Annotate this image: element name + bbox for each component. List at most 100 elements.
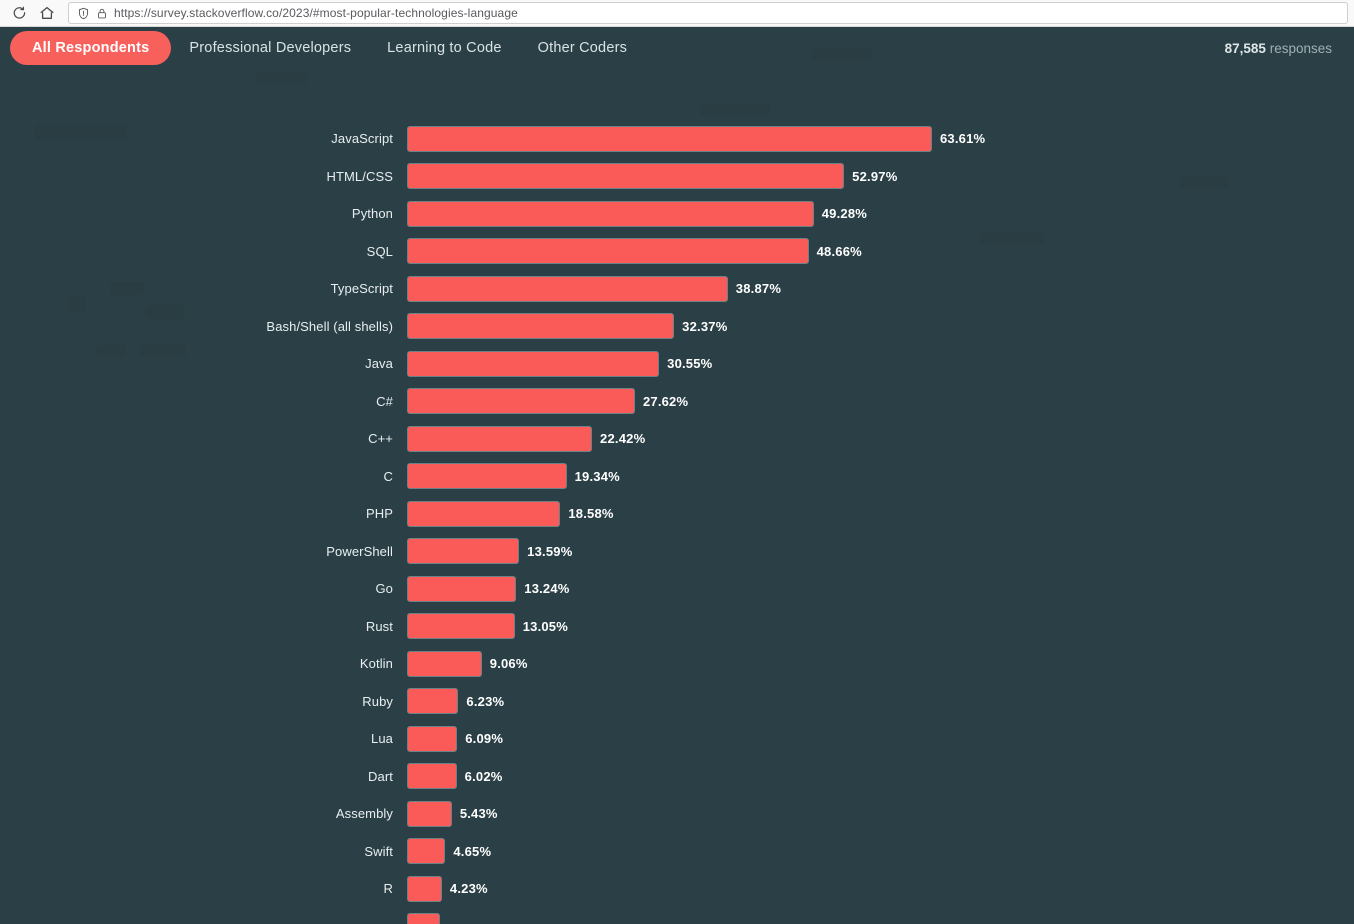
bar-track: 13.59% <box>407 538 1354 565</box>
bar-label: Assembly <box>335 806 393 822</box>
bar-label: Bash/Shell (all shells) <box>266 318 393 334</box>
bar[interactable] <box>407 163 845 190</box>
bar-value: 38.87% <box>735 281 782 297</box>
bar[interactable] <box>407 425 593 452</box>
bar-value: 13.05% <box>522 618 568 634</box>
bar-row: Bash/Shell (all shells) 32.37% <box>0 308 1354 346</box>
bar-row: SQL 48.66% <box>0 233 1354 271</box>
browser-chrome: https://survey.stackoverflow.co/2023/#mo… <box>0 0 1354 27</box>
bar[interactable] <box>407 350 660 377</box>
bar-value: 48.66% <box>816 243 862 259</box>
bar[interactable] <box>407 650 482 677</box>
bar[interactable] <box>407 725 458 752</box>
bar-value: 4.23% <box>449 881 488 897</box>
responses-label: responses <box>1269 40 1332 56</box>
bar-label: Dart <box>368 768 393 784</box>
bar-track: 6.02% <box>407 763 1354 790</box>
bar-label: Ruby <box>362 693 393 709</box>
bar-label: C <box>383 468 393 484</box>
lock-icon[interactable] <box>96 7 108 20</box>
bar-track <box>407 913 1354 924</box>
bar-value: 18.58% <box>568 506 614 522</box>
tab-learning-to-code[interactable]: Learning to Code <box>369 31 519 65</box>
bar-label: JavaScript <box>331 131 393 147</box>
bar-label: C# <box>376 393 393 409</box>
reload-icon[interactable] <box>6 1 32 25</box>
bar-value: 5.43% <box>459 806 498 822</box>
bar[interactable] <box>407 500 561 527</box>
home-icon[interactable] <box>34 1 60 25</box>
bar-label: PHP <box>365 506 393 522</box>
bar-track: 6.23% <box>407 688 1354 715</box>
bar[interactable] <box>407 613 515 640</box>
bar[interactable] <box>407 200 814 227</box>
bar-value: 6.09% <box>465 731 504 747</box>
bar[interactable] <box>407 275 728 302</box>
tab-other-coders[interactable]: Other Coders <box>520 31 645 65</box>
bar-value: 9.06% <box>489 656 528 672</box>
bar-track: 22.42% <box>407 425 1354 452</box>
bar-row-partial <box>0 908 1354 924</box>
bar-row: Assembly 5.43% <box>0 795 1354 833</box>
url-text: https://survey.stackoverflow.co/2023/#mo… <box>114 6 518 20</box>
bar-value: 30.55% <box>667 356 713 372</box>
bar-row: C 19.34% <box>0 458 1354 496</box>
survey-page: All Respondents Professional Developers … <box>0 27 1354 924</box>
bar-track: 4.23% <box>407 875 1354 902</box>
bar-value: 6.23% <box>466 693 505 709</box>
bar-value: 63.61% <box>940 131 986 147</box>
bar-row: JavaScript 63.61% <box>0 120 1354 158</box>
bar-row: PHP 18.58% <box>0 495 1354 533</box>
bar[interactable] <box>407 125 932 152</box>
bar-value: 52.97% <box>852 168 898 184</box>
bar[interactable] <box>407 463 567 490</box>
bar-track: 32.37% <box>407 313 1354 340</box>
bar-row: C# 27.62% <box>0 383 1354 421</box>
most-popular-languages-chart: JavaScript 63.61% HTML/CSS 52.97% Python 49.2… <box>0 69 1354 924</box>
bar-track: 27.62% <box>407 388 1354 415</box>
tab-all-respondents[interactable]: All Respondents <box>10 31 172 65</box>
bar-track: 63.61% <box>407 125 1354 152</box>
bar-value: 6.02% <box>464 768 503 784</box>
bar[interactable] <box>407 538 520 565</box>
tab-professional-developers[interactable]: Professional Developers <box>171 31 369 65</box>
bar[interactable] <box>407 913 440 924</box>
bar-label: TypeScript <box>330 281 393 297</box>
bar[interactable] <box>407 575 517 602</box>
bar-row: TypeScript 38.87% <box>0 270 1354 308</box>
bar-row: Ruby 6.23% <box>0 683 1354 721</box>
bar-track: 38.87% <box>407 275 1354 302</box>
bar[interactable] <box>407 763 457 790</box>
bar-track: 13.05% <box>407 613 1354 640</box>
bar-track: 4.65% <box>407 838 1354 865</box>
bar-track: 13.24% <box>407 575 1354 602</box>
bar-track: 19.34% <box>407 463 1354 490</box>
bar-value: 22.42% <box>600 431 646 447</box>
bar[interactable] <box>407 800 452 827</box>
bar-label: R <box>383 881 393 897</box>
bar-track: 9.06% <box>407 650 1354 677</box>
bar[interactable] <box>407 388 635 415</box>
responses-number: 87,585 <box>1224 40 1266 56</box>
bar[interactable] <box>407 688 459 715</box>
bar-track: 18.58% <box>407 500 1354 527</box>
bar-row: Kotlin 9.06% <box>0 645 1354 683</box>
bar-label: Go <box>375 581 393 597</box>
bar-track: 5.43% <box>407 800 1354 827</box>
bar-value: 27.62% <box>642 393 689 409</box>
bar[interactable] <box>407 238 809 265</box>
bar[interactable] <box>407 875 442 902</box>
bar-label: Rust <box>365 618 393 634</box>
shield-icon[interactable] <box>77 7 90 20</box>
bar-row: HTML/CSS 52.97% <box>0 158 1354 196</box>
bar[interactable] <box>407 313 675 340</box>
bar-track: 6.09% <box>407 725 1354 752</box>
url-bar[interactable]: https://survey.stackoverflow.co/2023/#mo… <box>68 2 1348 24</box>
bar-value: 19.34% <box>574 468 620 484</box>
bar-track: 52.97% <box>407 163 1354 190</box>
bar-label: Lua <box>371 731 393 747</box>
bar-row: C++ 22.42% <box>0 420 1354 458</box>
bar[interactable] <box>407 838 446 865</box>
bar-label: HTML/CSS <box>326 168 393 184</box>
bar-row: Dart 6.02% <box>0 758 1354 796</box>
